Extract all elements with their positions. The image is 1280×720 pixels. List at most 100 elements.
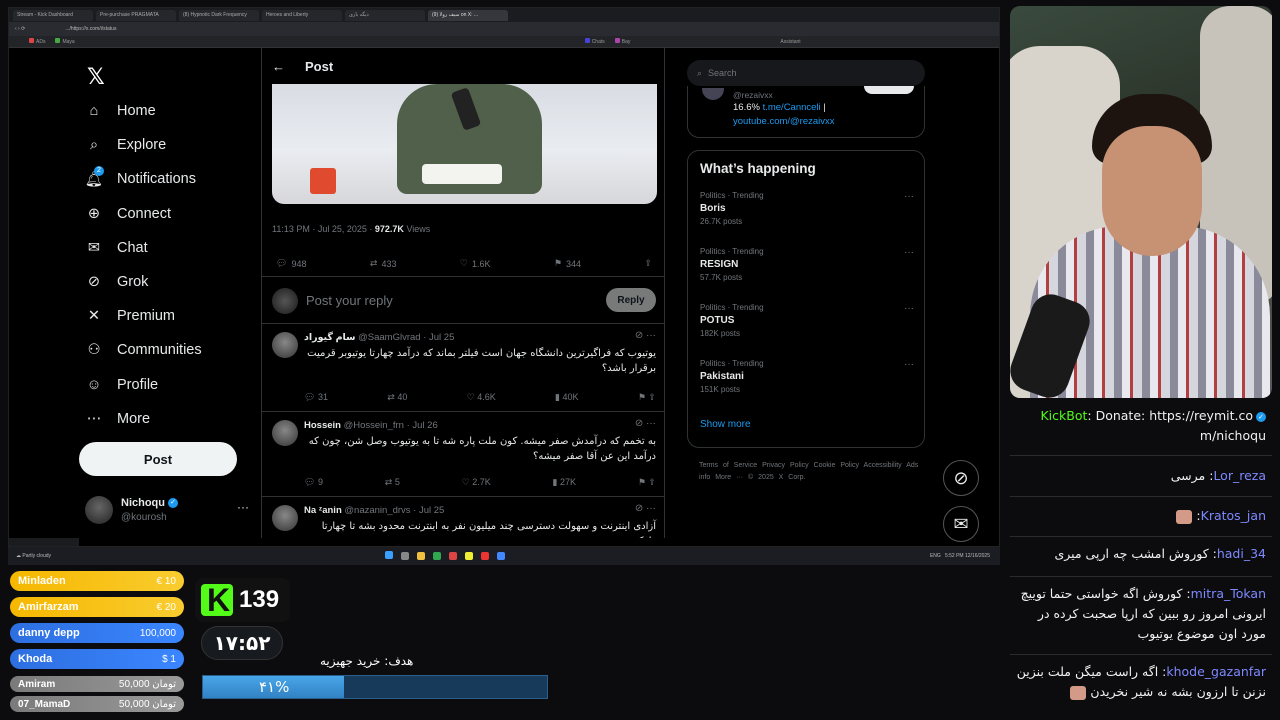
more-dots-icon[interactable]: ··· [904, 303, 914, 314]
bookmark-item[interactable]: Assistant [780, 39, 800, 45]
views-label: Views [406, 224, 431, 234]
post-button[interactable]: Post [79, 442, 237, 476]
chat-message: mitra_Tokan: کوروش اگه خواستی حتما توییچ… [1020, 586, 1266, 641]
account-switcher[interactable]: Nichoqu ✓ @kourosh ··· [85, 494, 255, 526]
reply-button[interactable]: Reply [606, 288, 656, 312]
nav-item-more[interactable]: ⋯ More [85, 410, 150, 428]
address-bar[interactable]: ‹ › ⟳ https://x.com/i/status/... [9, 22, 999, 36]
reply-tweet[interactable]: Hossein @Hossein_frn · Jul 26 ⊘ ··· به تخم… [262, 412, 664, 497]
share-icon[interactable]: ⇪ [644, 258, 652, 269]
reply-text: یوتیوب که فراگیرترین دانشگاه جهان است فی… [307, 348, 656, 374]
search-icon[interactable] [401, 552, 410, 560]
bookmark-icon: ⚑ [553, 258, 562, 268]
app-icon[interactable] [433, 552, 442, 560]
heart-action[interactable]: ♡ 2.7K [462, 477, 491, 488]
post-meta: 11:13 PM · Jul 25, 2025 · 972.7K Views [272, 224, 430, 234]
system-tray[interactable]: ENG 5:52 PM 12/16/2025 [930, 553, 990, 559]
browser-tab[interactable]: Heroes and Liberty [262, 9, 342, 21]
more-dots-icon[interactable]: ⊘ ··· [635, 418, 656, 429]
browser-tab[interactable]: Stream - Kick Dashboard [13, 9, 93, 21]
repost-action[interactable]: ⇄ 5 [385, 477, 400, 488]
browser-tab[interactable]: Pre-purchase PRAGMATA [96, 9, 176, 21]
x-icon: ✕ [87, 308, 101, 325]
envelope-icon: ✉ [953, 513, 969, 534]
donor-name: danny depp [18, 627, 80, 639]
divider [1010, 654, 1272, 655]
trend-posts: 151K posts [700, 385, 741, 394]
nav-item-connect[interactable]: ⊕ Connect [85, 205, 171, 223]
browser-tab[interactable]: دیگه بازی [345, 9, 425, 21]
reply-tweet[interactable]: Na ᶻanin @nazanin_drvs · Jul 25 ⊘ ··· آزاد… [262, 497, 664, 538]
notification-badge: 2 [94, 166, 104, 177]
trend-item[interactable]: Politics · Trending RESIGN 57.7K posts ··· [700, 247, 914, 282]
bookmark-action[interactable]: ⚑ 344 [554, 258, 581, 269]
nav-item-communities[interactable]: ⚇ Communities [85, 341, 202, 359]
bookmark-icon[interactable]: ⚑ ⇪ [638, 477, 656, 488]
bookmark-item[interactable]: Bay [614, 38, 630, 45]
more-dots-icon[interactable]: ··· [904, 247, 914, 258]
reply-action[interactable]: 💬︎ 9 [304, 477, 323, 488]
x-footer-links[interactable]: Terms of Service Privacy Policy Cookie P… [699, 460, 925, 484]
reply-action[interactable]: 💬︎ 948 [276, 258, 306, 269]
nav-item-chat[interactable]: ✉ Chat [85, 239, 148, 257]
windows-taskbar: ☁ Partly cloudy ENG 5:52 PM 12/16/2025 [8, 547, 1000, 565]
repost-action[interactable]: ⇄ 433 [370, 258, 397, 269]
more-dots-icon[interactable]: ⊘ ··· [635, 503, 656, 514]
bookmark-item[interactable]: ADs [29, 38, 45, 45]
browser-tab[interactable]: (8) Hypnotic Dark Frequency [179, 9, 259, 21]
heart-action[interactable]: ♡ 4.6K [467, 392, 496, 403]
like-action[interactable]: ♡ 1.6K [460, 258, 491, 269]
reply-action[interactable]: 💬︎ 31 [304, 392, 328, 403]
more-dots-icon[interactable]: ··· [904, 359, 914, 370]
follow-button[interactable] [864, 86, 914, 94]
nav-item-premium[interactable]: ✕ Premium [85, 307, 175, 325]
nav-item-label: Connect [117, 205, 172, 222]
views-action[interactable]: ▮ 40K [555, 392, 578, 403]
chat-message: khode_gazanfar: اگه راست میگن ملت بنزین … [1016, 664, 1266, 700]
nav-item-notifications[interactable]: 🔔︎ 2 Notifications [85, 166, 196, 188]
x-page: 𝕏 ⌂ Home ⌕ Explore 🔔︎ 2 Notifications ⊕ Connect ✉… [9, 48, 999, 542]
views-action[interactable]: ▮ 27K [553, 477, 576, 488]
more-dots-icon[interactable]: ⊘ ··· [635, 330, 656, 341]
weather-widget[interactable]: ☁ Partly cloudy [16, 553, 51, 559]
more-dots-icon[interactable]: ··· [904, 191, 914, 202]
avatar [702, 88, 724, 100]
chrome-icon[interactable] [465, 552, 474, 560]
nav-item-profile[interactable]: ☺ Profile [85, 376, 159, 394]
nav-item-explore[interactable]: ⌕ Explore [85, 136, 166, 154]
app-icon[interactable] [481, 552, 490, 560]
nav-item-grok[interactable]: ⊘ Grok [85, 273, 149, 291]
messages-fab[interactable]: ✉ [943, 506, 979, 542]
reply-input[interactable]: Post your reply [306, 293, 393, 308]
more-dots-icon[interactable]: ··· [237, 500, 249, 514]
show-more-link[interactable]: Show more [700, 419, 751, 430]
bookmark-item[interactable]: Maya [55, 38, 75, 45]
back-icon[interactable]: ‹ › ⟳ [15, 26, 25, 32]
person-icon: ☺ [86, 376, 102, 393]
trend-item[interactable]: Politics · Trending Boris 26.7K posts ··· [700, 191, 914, 226]
trend-item[interactable]: Politics · Trending Pakistani 151K posts ··… [700, 359, 914, 394]
bookmark-icon[interactable]: ⚑ ⇪ [638, 392, 656, 403]
repost-action[interactable]: ⇄ 40 [387, 392, 407, 403]
trend-item[interactable]: Politics · Trending POTUS 182K posts ··· [700, 303, 914, 338]
folder-icon[interactable] [417, 552, 426, 560]
donor-amount: $ 1 [162, 653, 176, 665]
search-input[interactable]: ⌕ Search [687, 60, 925, 86]
reply-tweet[interactable]: سام گیوراد @SaamGlvrad · Jul 25 ⊘ ··· یوتی… [262, 324, 664, 412]
bio-link[interactable]: t.me/Cannceli [763, 102, 821, 113]
url-text: https://x.com/i/status/... [65, 26, 117, 32]
app-icon[interactable] [449, 552, 458, 560]
x-right-sidebar: ⌕ Search @rezaivxx 16.6% t.me/Cannceli |… [687, 48, 927, 538]
start-button[interactable] [381, 551, 397, 561]
app-icon[interactable] [497, 552, 506, 560]
grok-fab[interactable]: ⊘ [943, 460, 979, 496]
post-media-image[interactable] [272, 84, 657, 204]
x-logo-icon[interactable]: 𝕏 [87, 64, 105, 90]
avatar [272, 420, 298, 446]
browser-tab-active[interactable]: (9) سیف رولا on X: ... [428, 9, 508, 21]
bookmark-item[interactable]: Chats [584, 38, 605, 45]
bio-link[interactable]: youtube.com/@rezaivxx [733, 116, 835, 127]
nav-item-home[interactable]: ⌂ Home [85, 102, 156, 120]
back-arrow-icon[interactable]: ← [272, 59, 285, 74]
search-icon: ⌕ [697, 67, 703, 78]
